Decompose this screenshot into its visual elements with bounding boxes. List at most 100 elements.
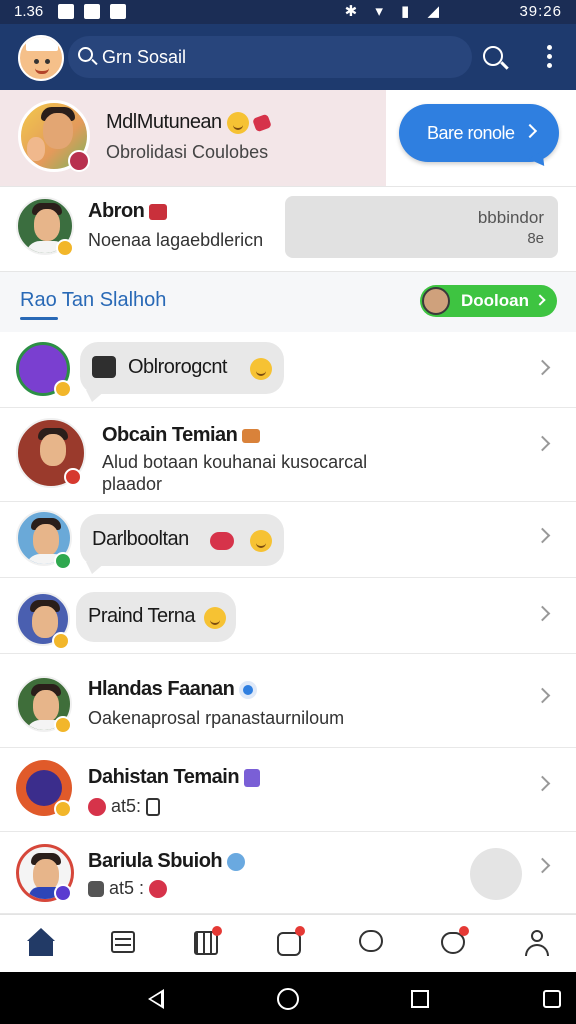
contact-name: Hlandas Faanan xyxy=(88,678,235,700)
section-underline xyxy=(20,317,58,320)
smile-emoji-icon xyxy=(226,111,249,134)
reaction-icon xyxy=(88,798,106,817)
hero-card[interactable] xyxy=(0,90,386,186)
contact-name: Obcain Temian xyxy=(102,424,238,446)
recents-icon[interactable] xyxy=(411,990,429,1008)
message-meta-wrap: at5: xyxy=(88,796,161,817)
list-item[interactable]: Obcain Temian Alud botaan kouhanai kusoc… xyxy=(0,408,576,502)
message-text: Oblrorogcnt xyxy=(128,356,228,378)
chat-icon[interactable] xyxy=(357,928,385,956)
notifications-icon[interactable] xyxy=(275,926,305,956)
notification-icon xyxy=(58,4,74,19)
status-bar: 1.36 ✱ ▾ ▮ ◢ 39:26 xyxy=(0,0,576,24)
search-bar[interactable]: Grn Sosail xyxy=(68,36,472,78)
floating-action-button[interactable] xyxy=(470,848,522,900)
preview-line-2: 8e xyxy=(527,230,544,247)
status-badge xyxy=(54,716,72,734)
message-meta-wrap: at5 : xyxy=(88,878,168,899)
user-avatar[interactable] xyxy=(18,35,64,81)
list-item[interactable]: Darlbooltan xyxy=(0,502,576,578)
back-icon[interactable] xyxy=(148,989,164,1009)
message-bubble: Darlbooltan xyxy=(80,514,284,574)
message-preview-continued: plaador xyxy=(102,474,163,494)
notification-dot xyxy=(459,926,469,936)
contact-name: Dahistan Temain xyxy=(88,766,240,788)
section-action-pill[interactable]: Dooloan xyxy=(420,285,557,317)
chevron-right-icon xyxy=(522,123,538,139)
attachment-icon xyxy=(88,881,104,898)
featured-name-wrap: Abron xyxy=(88,200,168,223)
message-meta: at5: xyxy=(111,796,142,816)
status-right-text: 39:26 xyxy=(519,3,562,20)
list-item[interactable]: Praind Terna xyxy=(0,578,576,654)
pill-label: Dooloan xyxy=(461,291,529,310)
search-icon xyxy=(78,47,93,62)
more-menu-icon[interactable] xyxy=(540,44,560,70)
app-bar: Grn Sosail xyxy=(0,24,576,90)
hero-title-wrap: MdlMutunean xyxy=(106,111,272,134)
notification-icon xyxy=(84,4,100,19)
screen-rotate-icon[interactable] xyxy=(543,990,561,1008)
verified-icon xyxy=(227,852,246,871)
contact-name-wrap: Hlandas Faanan xyxy=(88,678,258,701)
message-meta: at5 : xyxy=(109,878,145,898)
chevron-right-icon xyxy=(534,435,551,452)
section-title[interactable]: Rao Tan Slalhoh xyxy=(20,289,166,312)
list-item[interactable]: Dahistan Temain at5: xyxy=(0,748,576,832)
search-text: Grn Sosail xyxy=(102,47,187,67)
likes-icon[interactable] xyxy=(439,926,469,956)
heart-icon xyxy=(251,113,272,133)
message-preview: Oakenaprosal rpanastaurniloum xyxy=(88,708,345,728)
status-badge xyxy=(52,632,70,650)
home-circle-icon[interactable] xyxy=(277,988,299,1010)
message-bubble: Oblrorogcnt xyxy=(80,342,284,402)
message-text: Praind Terna xyxy=(88,605,196,627)
cta-button[interactable]: Bare ronole xyxy=(399,104,559,172)
smile-emoji-icon xyxy=(204,607,226,629)
group-icon xyxy=(244,768,261,787)
hero-title: MdlMutunean xyxy=(106,111,222,133)
home-icon[interactable] xyxy=(27,928,55,956)
chevron-right-icon xyxy=(534,294,546,306)
feed-icon[interactable] xyxy=(109,928,137,956)
robot-icon xyxy=(92,356,116,378)
status-badge xyxy=(54,800,72,818)
hero-status-badge xyxy=(68,150,90,172)
smile-emoji-icon xyxy=(250,530,272,552)
pill-avatar xyxy=(422,287,450,315)
chevron-right-icon xyxy=(534,775,551,792)
message-text: Darlbooltan xyxy=(92,528,189,550)
featured-message: Noenaa lagaebdlericn xyxy=(88,230,264,250)
smile-emoji-icon xyxy=(250,358,272,380)
heart-bubble-icon xyxy=(210,532,234,550)
chevron-right-icon xyxy=(534,527,551,544)
calendar-icon[interactable] xyxy=(192,926,222,956)
contact-name-wrap: Bariula Sbuioh xyxy=(88,850,246,873)
list-item[interactable]: Oblrorogcnt xyxy=(0,332,576,408)
featured-badge xyxy=(56,239,74,257)
search-button-icon[interactable] xyxy=(483,46,503,66)
contact-name-wrap: Dahistan Temain xyxy=(88,766,261,789)
contact-name: Bariula Sbuioh xyxy=(88,850,223,872)
chevron-right-icon xyxy=(534,857,551,874)
preview-line-1: bbbindor xyxy=(477,208,544,227)
featured-preview-box[interactable]: bbbindor 8e xyxy=(285,196,558,258)
message-preview: Alud botaan kouhanai kusocarcal xyxy=(102,452,368,472)
status-badge xyxy=(54,380,72,398)
profile-icon[interactable] xyxy=(523,928,551,956)
notification-dot xyxy=(212,926,222,936)
gift-icon xyxy=(149,203,168,220)
featured-name: Abron xyxy=(88,200,145,222)
contact-name-wrap: Obcain Temian xyxy=(102,424,261,447)
status-badge xyxy=(64,468,82,486)
media-icon xyxy=(146,798,161,817)
chevron-right-icon xyxy=(534,605,551,622)
status-time: 1.36 xyxy=(14,3,44,20)
chevron-right-icon xyxy=(534,687,551,704)
message-bubble: Praind Terna xyxy=(76,592,236,642)
list-item[interactable]: Bariula Sbuioh at5 : xyxy=(0,832,576,914)
reaction-icon xyxy=(149,880,168,899)
list-item[interactable]: Hlandas Faanan Oakenaprosal rpanastaurni… xyxy=(0,654,576,748)
system-icons: ✱ ▾ ▮ ◢ xyxy=(344,3,446,20)
notification-dot xyxy=(295,926,305,936)
